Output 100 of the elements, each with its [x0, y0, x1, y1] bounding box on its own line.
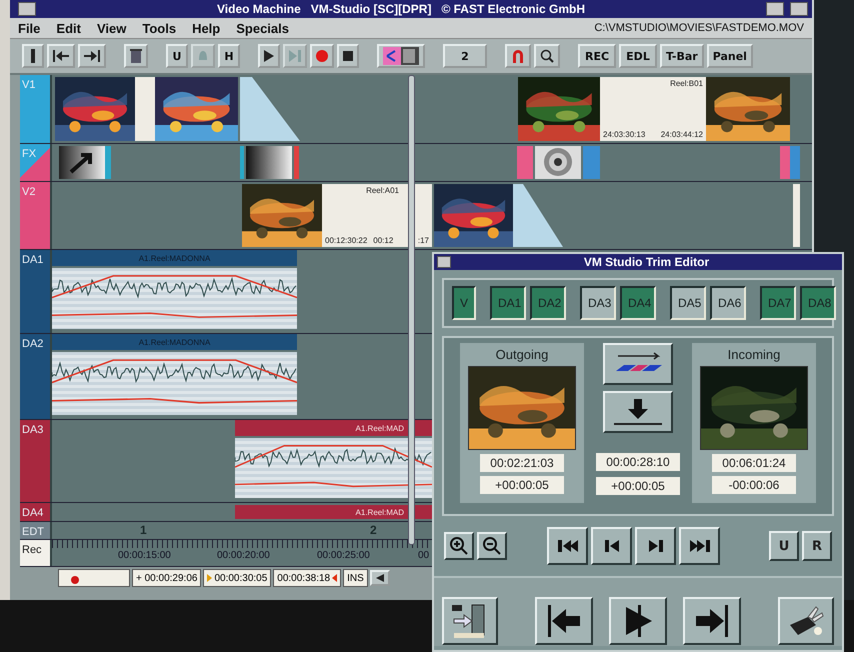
offset-field[interactable]: +00:00:05 — [596, 477, 680, 495]
timecode: 00:12 — [373, 236, 394, 245]
apply-trim-button[interactable] — [603, 391, 673, 433]
menu-item[interactable]: Edit — [56, 20, 81, 36]
zoom-out-button[interactable] — [477, 532, 507, 560]
toolbar-button[interactable] — [22, 44, 44, 68]
next-frame-button[interactable] — [635, 527, 676, 565]
toggle-button[interactable]: U — [769, 531, 799, 561]
minimize-button[interactable] — [766, 2, 784, 16]
system-menu-button[interactable] — [437, 256, 451, 268]
left-arrow-icon — [376, 574, 384, 582]
system-menu-button[interactable] — [18, 2, 36, 16]
status-field: 00:00:30:05 — [203, 569, 272, 587]
toolbar-button[interactable]: U — [166, 44, 188, 68]
timecode-field[interactable]: 00:02:21:03 — [480, 454, 564, 472]
transition-wedge — [513, 184, 563, 247]
bell-icon — [197, 50, 209, 62]
toolbar-button[interactable]: EDL — [619, 44, 657, 68]
trash-icon — [130, 49, 142, 63]
toolbar-button[interactable]: T-Bar — [660, 44, 704, 68]
channel-toggle[interactable]: DA3 — [580, 286, 616, 320]
magnet-icon — [511, 49, 525, 63]
toolbar-button[interactable]: Panel — [706, 44, 753, 68]
track-label[interactable]: Rec — [20, 540, 50, 566]
toggle-button[interactable]: R — [802, 531, 832, 561]
menu-item[interactable]: Help — [192, 20, 220, 36]
channel-toggle[interactable]: DA5 — [670, 286, 706, 320]
trim-mode-button[interactable] — [603, 343, 673, 385]
trim-right-button[interactable] — [683, 597, 741, 645]
scroll-left-button[interactable] — [370, 570, 390, 586]
timecode: 24:03:30:13 — [603, 130, 646, 139]
track-label[interactable]: DA2 — [20, 334, 50, 419]
window-title: Video Machine VM-Studio [SC][DPR] © FAST Electronic GmbH — [216, 2, 586, 16]
layer-spinner[interactable]: 2 — [443, 44, 487, 68]
ruler-time: 00 — [418, 550, 430, 561]
track-label[interactable]: DA4 — [20, 503, 50, 521]
timecode-field[interactable]: 00:00:28:10 — [596, 453, 680, 471]
ruler-time: 00:00:20:00 — [217, 550, 270, 561]
menu-item[interactable]: File — [18, 20, 40, 36]
trim-left-button[interactable] — [535, 597, 593, 645]
file-path: C:\VMSTUDIO\MOVIES\FASTDEMO.MOV — [594, 22, 804, 34]
toolbar-button[interactable]: REC — [578, 44, 616, 68]
transition-icon — [780, 146, 800, 179]
play-edit-button[interactable] — [609, 597, 667, 645]
audio-clip-bar: A1.Reel:MAD — [235, 505, 432, 519]
pan-envelope-line[interactable] — [235, 482, 432, 488]
toolbar-button[interactable] — [124, 44, 148, 68]
offset-field[interactable]: -00:00:06 — [712, 476, 796, 494]
toolbar-button[interactable] — [337, 44, 359, 68]
offset-field[interactable]: +00:00:05 — [480, 476, 564, 494]
toolbar-button[interactable] — [78, 44, 106, 68]
audio-clip-header: A1.Reel:MADONNA — [52, 334, 297, 350]
first-frame-button[interactable] — [547, 527, 588, 565]
exit-button[interactable] — [442, 597, 498, 645]
zoom-in-icon — [449, 536, 469, 556]
previous-frame-button[interactable] — [591, 527, 632, 565]
audio-clip-header: A1.Reel:MAD — [235, 420, 432, 436]
toolbar-button[interactable] — [377, 44, 425, 68]
clip-gap — [793, 184, 800, 247]
panel-title: Outgoing — [496, 347, 548, 362]
reel-label: Reel:B01 — [670, 79, 703, 88]
menu-item[interactable]: Specials — [236, 20, 289, 36]
edit-number: 2 — [370, 523, 377, 537]
transition-wedge — [240, 77, 300, 141]
timecode: 00:12:30:22 — [325, 236, 368, 245]
pan-envelope-line[interactable] — [52, 398, 297, 404]
play-icon — [264, 50, 274, 62]
ruler-time: 00:00:25:00 — [317, 550, 370, 561]
timecode: 24:03:44:12 — [660, 130, 703, 139]
maximize-button[interactable] — [790, 2, 808, 16]
track-label[interactable]: DA1 — [20, 250, 50, 333]
toolbar-button[interactable] — [258, 44, 280, 68]
last-frame-button[interactable] — [679, 527, 720, 565]
toolbar-button[interactable] — [47, 44, 75, 68]
circle-wipe-icon — [517, 146, 600, 179]
menu-item[interactable]: View — [96, 20, 126, 36]
timecode-field[interactable]: 00:06:01:24 — [712, 454, 796, 472]
mark-in-icon — [207, 574, 212, 582]
audio-clip-header: A1.Reel:MADONNA — [52, 250, 297, 266]
ruler-time: 00:00:15:00 — [118, 550, 171, 561]
playhead-line[interactable] — [408, 75, 415, 545]
record-icon — [316, 50, 328, 62]
pan-envelope-line[interactable] — [52, 312, 297, 318]
status-field: 00:00:38:18 — [273, 569, 342, 587]
menu-item[interactable]: Tools — [142, 20, 176, 36]
track-label[interactable]: DA3 — [20, 420, 50, 502]
gradient-icon — [240, 146, 300, 179]
channel-toggle[interactable]: DA6 — [710, 286, 746, 320]
record-marker-icon — [71, 576, 79, 584]
tools-button[interactable] — [778, 597, 834, 645]
toolbar-button[interactable]: H — [218, 44, 240, 68]
reel-label: Reel:A01 — [366, 186, 399, 195]
toolbar-button[interactable] — [534, 44, 560, 68]
status-field: + 00:00:29:06 — [132, 569, 202, 587]
zoom-out-icon — [482, 536, 502, 556]
zoom-in-button[interactable] — [444, 532, 474, 560]
step-forward-icon — [289, 50, 301, 62]
status-field: INS — [343, 569, 368, 587]
go-to-start-icon — [53, 50, 69, 62]
color-swatch-icon — [383, 47, 419, 65]
